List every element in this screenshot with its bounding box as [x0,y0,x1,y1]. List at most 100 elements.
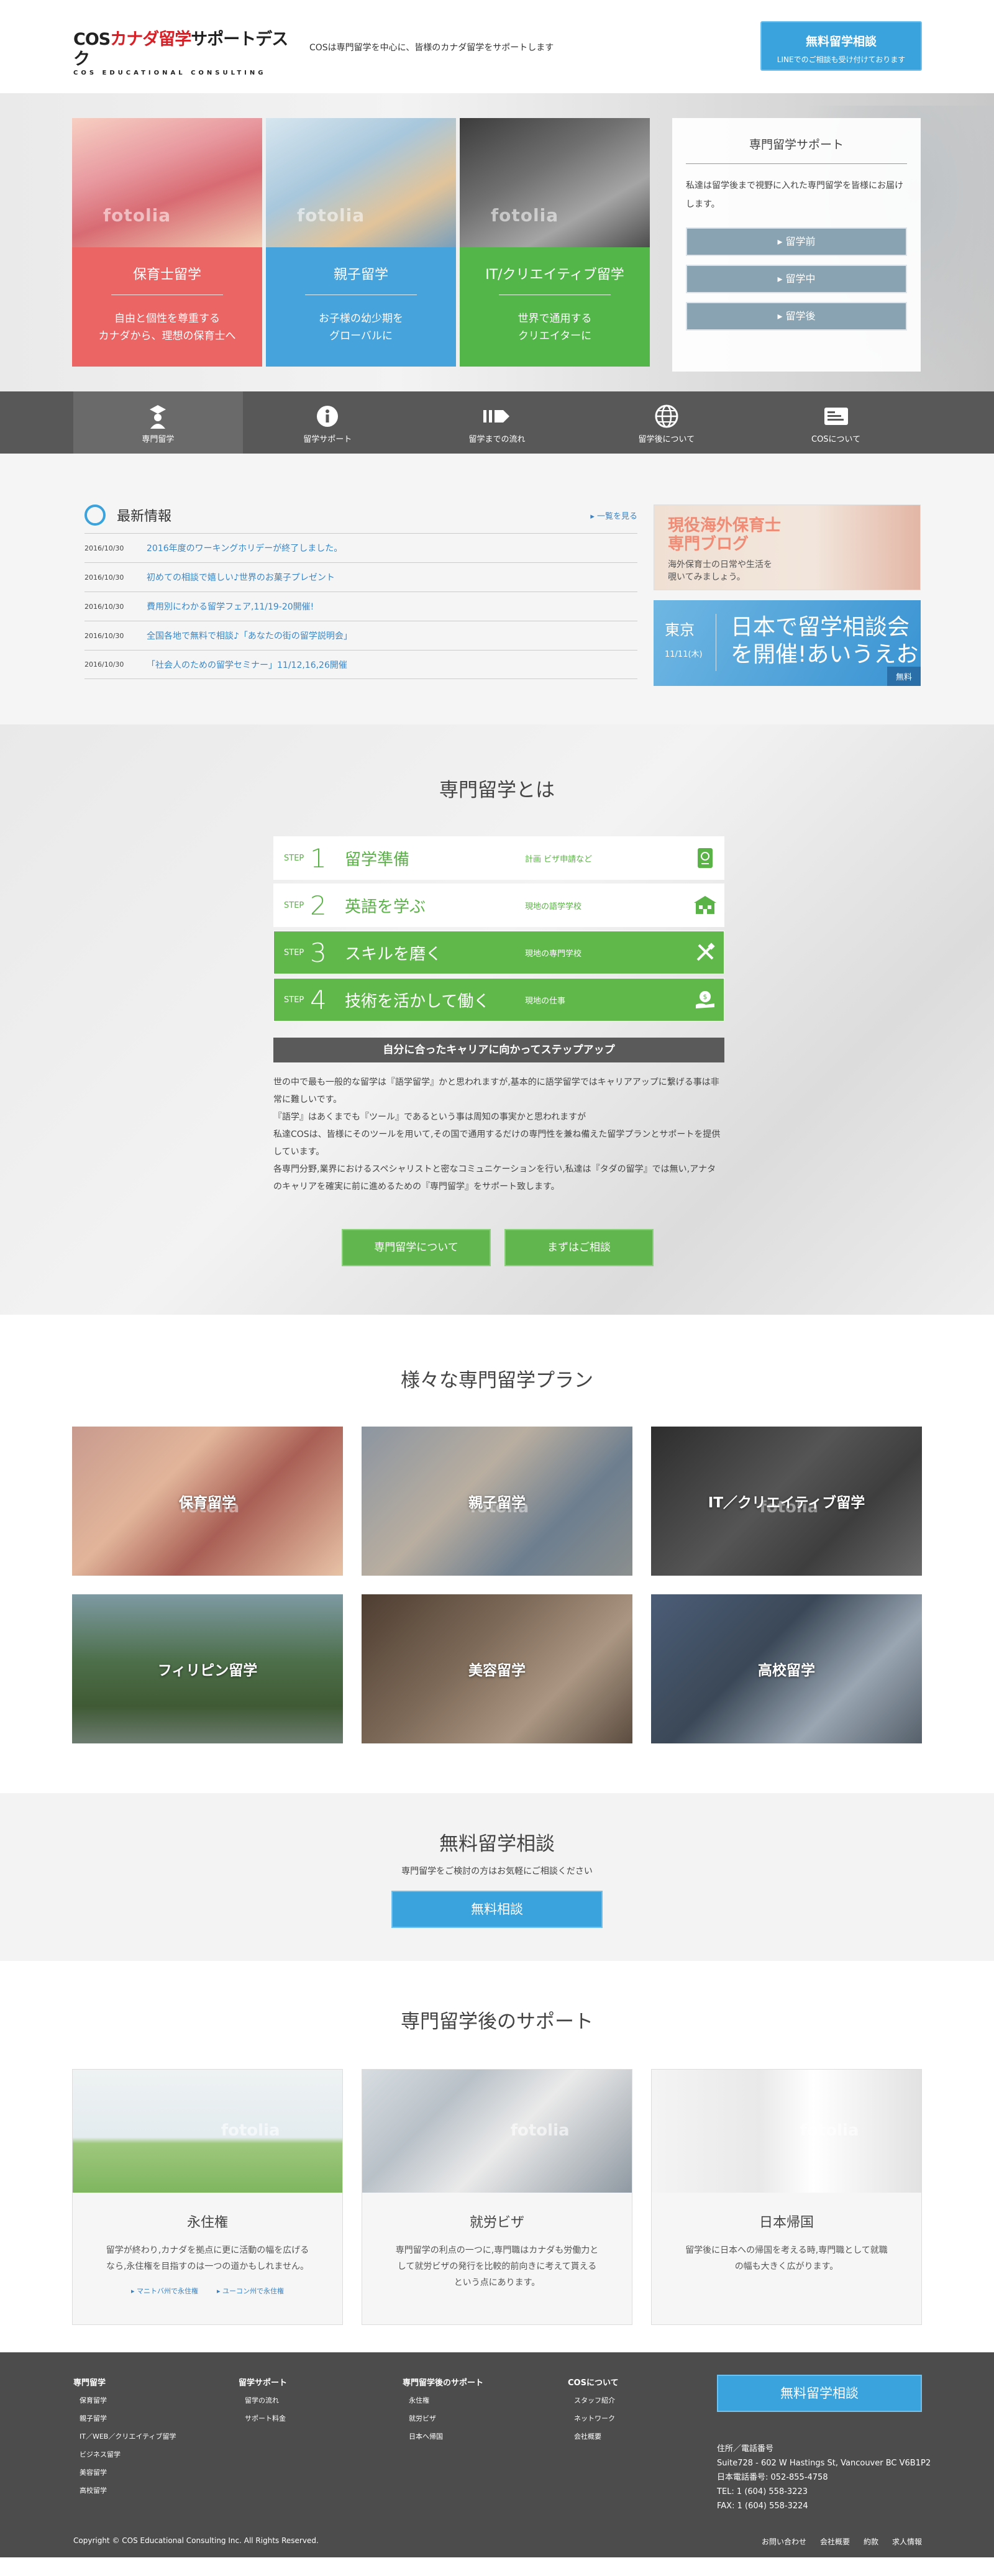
step-sub: 現地の語学学校 [525,902,582,911]
footer-heading[interactable]: 専門留学後のサポート [403,2376,483,2388]
step-item: STEP 2 英語を学ぶ 現地の語学学校 [273,884,724,927]
news-link[interactable]: 「社会人のための留学セミナー」11/12,16,26開催 [147,659,347,671]
nav-item-flow[interactable]: 留学までの流れ [413,391,582,454]
nav-item-about-cos[interactable]: COSについて [751,391,921,454]
support-before-button[interactable]: ▸ 留学前 [686,227,907,256]
footer-link[interactable]: 就労ビザ [409,2413,483,2423]
logo-wordmark: COSカナダ留学サポートデスク [73,30,288,69]
free-badge: 無料 [887,667,921,686]
free-consult-button[interactable]: 無料相談 [391,1891,603,1928]
event-banner[interactable]: 東京 11/11(木) 日本で留学相談会 を開催!あいうえお 無料 [654,600,921,686]
plan-card-family[interactable]: fotolia 親子留学 [362,1427,632,1576]
plan-card-it-creative[interactable]: fotolia IT／クリエイティブ留学 [651,1427,922,1576]
watermark: fotolia [103,205,171,226]
news-link[interactable]: 全国各地で無料で相談♪「あなたの街の留学説明会」 [147,629,352,642]
step-name: スキルを磨く [345,944,442,964]
news-link[interactable]: 2016年度のワーキングホリデーが終了しました。 [147,542,342,554]
after-card-permanent-residency: fotolia 永住権 留学が終わり,カナダを拠点に更に活動の幅を広げるなら,永… [72,2069,343,2325]
footer-link[interactable]: 親子留学 [80,2413,176,2423]
footer-link[interactable]: 美容留学 [80,2467,176,2477]
footer-link[interactable]: サポート料金 [245,2413,287,2423]
step-item: STEP 3 スキルを磨く 現地の専門学校 [273,931,724,974]
footer-link[interactable]: 高校留学 [80,2485,176,2495]
footer-link[interactable]: 永住権 [409,2395,483,2405]
support-panel-title: 専門留学サポート [686,135,907,164]
after-card-title: 就労ビザ [469,2215,524,2231]
header-consult-button[interactable]: 無料留学相談 LINEでのご相談も受け付けております [760,21,922,71]
blog-banner-title: 現役海外保育士 専門ブログ [668,516,782,554]
news-link[interactable]: 費用別にわかる留学フェア,11/19-20開催! [147,600,314,613]
hero-card-photo: fotolia [72,118,262,247]
section-title: 様々な専門留学プラン [401,1369,593,1392]
footer-link[interactable]: IT／WEB／クリエイティブ留学 [80,2431,176,2441]
news-row: 2016/10/30 初めての相談で嬉しい♪世界のお菓子プレゼント [84,562,637,591]
blog-banner[interactable]: 現役海外保育士 専門ブログ 海外保育士の日常や生活を 覗いてみましょう。 [654,505,921,590]
step-item: STEP 1 留学準備 計画 ビザ申請など [273,836,724,880]
news-more-link[interactable]: ▸ 一覧を見る [590,509,637,521]
footer-heading[interactable]: 専門留学 [73,2376,176,2388]
plan-card-nursery[interactable]: fotolia 保育留学 [72,1427,343,1576]
hero-card-it-creative[interactable]: fotolia IT/クリエイティブ留学 世界で通用する クリエイターに [460,118,650,367]
news-link[interactable]: 初めての相談で嬉しい♪世界のお菓子プレゼント [147,571,335,583]
footer-link[interactable]: 留学の流れ [245,2395,287,2405]
about-specialized-button[interactable]: 専門留学について [342,1229,491,1266]
footer-column: 専門留学 保育留学 親子留学 IT／WEB／クリエイティブ留学 ビジネス留学 美… [73,2376,176,2503]
plan-card-beauty[interactable]: 美容留学 [362,1594,632,1743]
graduate-icon [73,403,243,430]
step-number: 3 [310,937,327,968]
money-hand-icon: $ [693,987,718,1012]
footer-bottom-links: お問い合わせ 会社概要 約款 求人情報 [762,2536,922,2547]
contact-link[interactable]: お問い合わせ [762,2536,806,2547]
nav-item-after-study[interactable]: 留学後について [581,391,751,454]
step-summary-banner: 自分に合ったキャリアに向かってステップアップ [273,1038,724,1062]
watermark: fotolia [221,2121,280,2140]
watermark: fotolia [800,2121,859,2140]
footer-link[interactable]: ネットワーク [574,2413,619,2423]
terms-link[interactable]: 約款 [864,2536,878,2547]
logo-subtitle: COS EDUCATIONAL CONSULTING [73,70,267,76]
hero-card-title: IT/クリエイティブ留学 [485,267,624,283]
support-during-button[interactable]: ▸ 留学中 [686,265,907,293]
event-city: 東京 [665,621,695,639]
nav-item-support[interactable]: 留学サポート [243,391,413,454]
main-nav: 専門留学 留学サポート 留学までの流れ 留学後について COSについて [0,391,994,454]
footer-heading[interactable]: COSについて [568,2376,619,2388]
about-consult-button[interactable]: まずはご相談 [504,1229,654,1266]
jobs-link[interactable]: 求人情報 [892,2536,922,2547]
step-number: 2 [310,890,327,921]
footer-link[interactable]: 会社概要 [574,2431,619,2441]
nav-item-label: 留学サポート [303,435,352,444]
about-description: 世の中で最も一般的な留学は『語学留学』かと思われますが,基本的に語学留学ではキャ… [273,1077,721,1192]
news-date: 2016/10/30 [84,602,124,611]
company-link[interactable]: 会社概要 [820,2536,850,2547]
hero-card-family[interactable]: fotolia 親子留学 お子様の幼少期を グローバルに [266,118,456,367]
step-number: 4 [310,984,327,1015]
manitoba-pr-link[interactable]: ▸ マニトバ州で永住権 [131,2286,198,2296]
plan-card-high-school[interactable]: 高校留学 [651,1594,922,1743]
arrow-steps-icon [413,403,582,430]
footer-link[interactable]: ビジネス留学 [80,2449,176,2459]
hero-card-nursery[interactable]: fotolia 保育士留学 自由と個性を尊重する カナダから、理想の保育士へ [72,118,262,367]
hero-card-photo: fotolia [266,118,456,247]
nav-item-label: 留学までの流れ [468,435,526,444]
step-label: STEP [284,900,304,910]
site-logo[interactable]: COSカナダ留学サポートデスク COS EDUCATIONAL CONSULTI… [73,30,297,76]
header-tagline: COSは専門留学を中心に、皆様のカナダ留学をサポートします [309,43,554,53]
plan-card-philippines[interactable]: フィリピン留学 [72,1594,343,1743]
footer-consult-button[interactable]: 無料留学相談 [717,2375,922,2412]
footer-link[interactable]: 保育留学 [80,2395,176,2405]
footer-heading[interactable]: 留学サポート [239,2376,287,2388]
nav-item-label: COSについて [811,435,861,444]
nav-item-specialized-study[interactable]: 専門留学 [73,391,243,454]
footer-link[interactable]: スタッフ紹介 [574,2395,619,2405]
footer-column: 専門留学後のサポート 永住権 就労ビザ 日本へ帰国 [403,2376,483,2449]
hero-section: fotolia 保育士留学 自由と個性を尊重する カナダから、理想の保育士へ fo… [0,93,994,391]
news-date: 2016/10/30 [84,660,124,669]
support-after-button[interactable]: ▸ 留学後 [686,302,907,331]
after-support-section: 専門留学後のサポート fotolia 永住権 留学が終わり,カナダを拠点に更に活… [0,1961,994,2352]
site-footer: 専門留学 保育留学 親子留学 IT／WEB／クリエイティブ留学 ビジネス留学 美… [0,2352,994,2557]
footer-link[interactable]: 日本へ帰国 [409,2431,483,2441]
globe-icon [581,403,751,430]
yukon-pr-link[interactable]: ▸ ユーコン州で永住権 [217,2286,284,2296]
step-label: STEP [284,853,304,863]
